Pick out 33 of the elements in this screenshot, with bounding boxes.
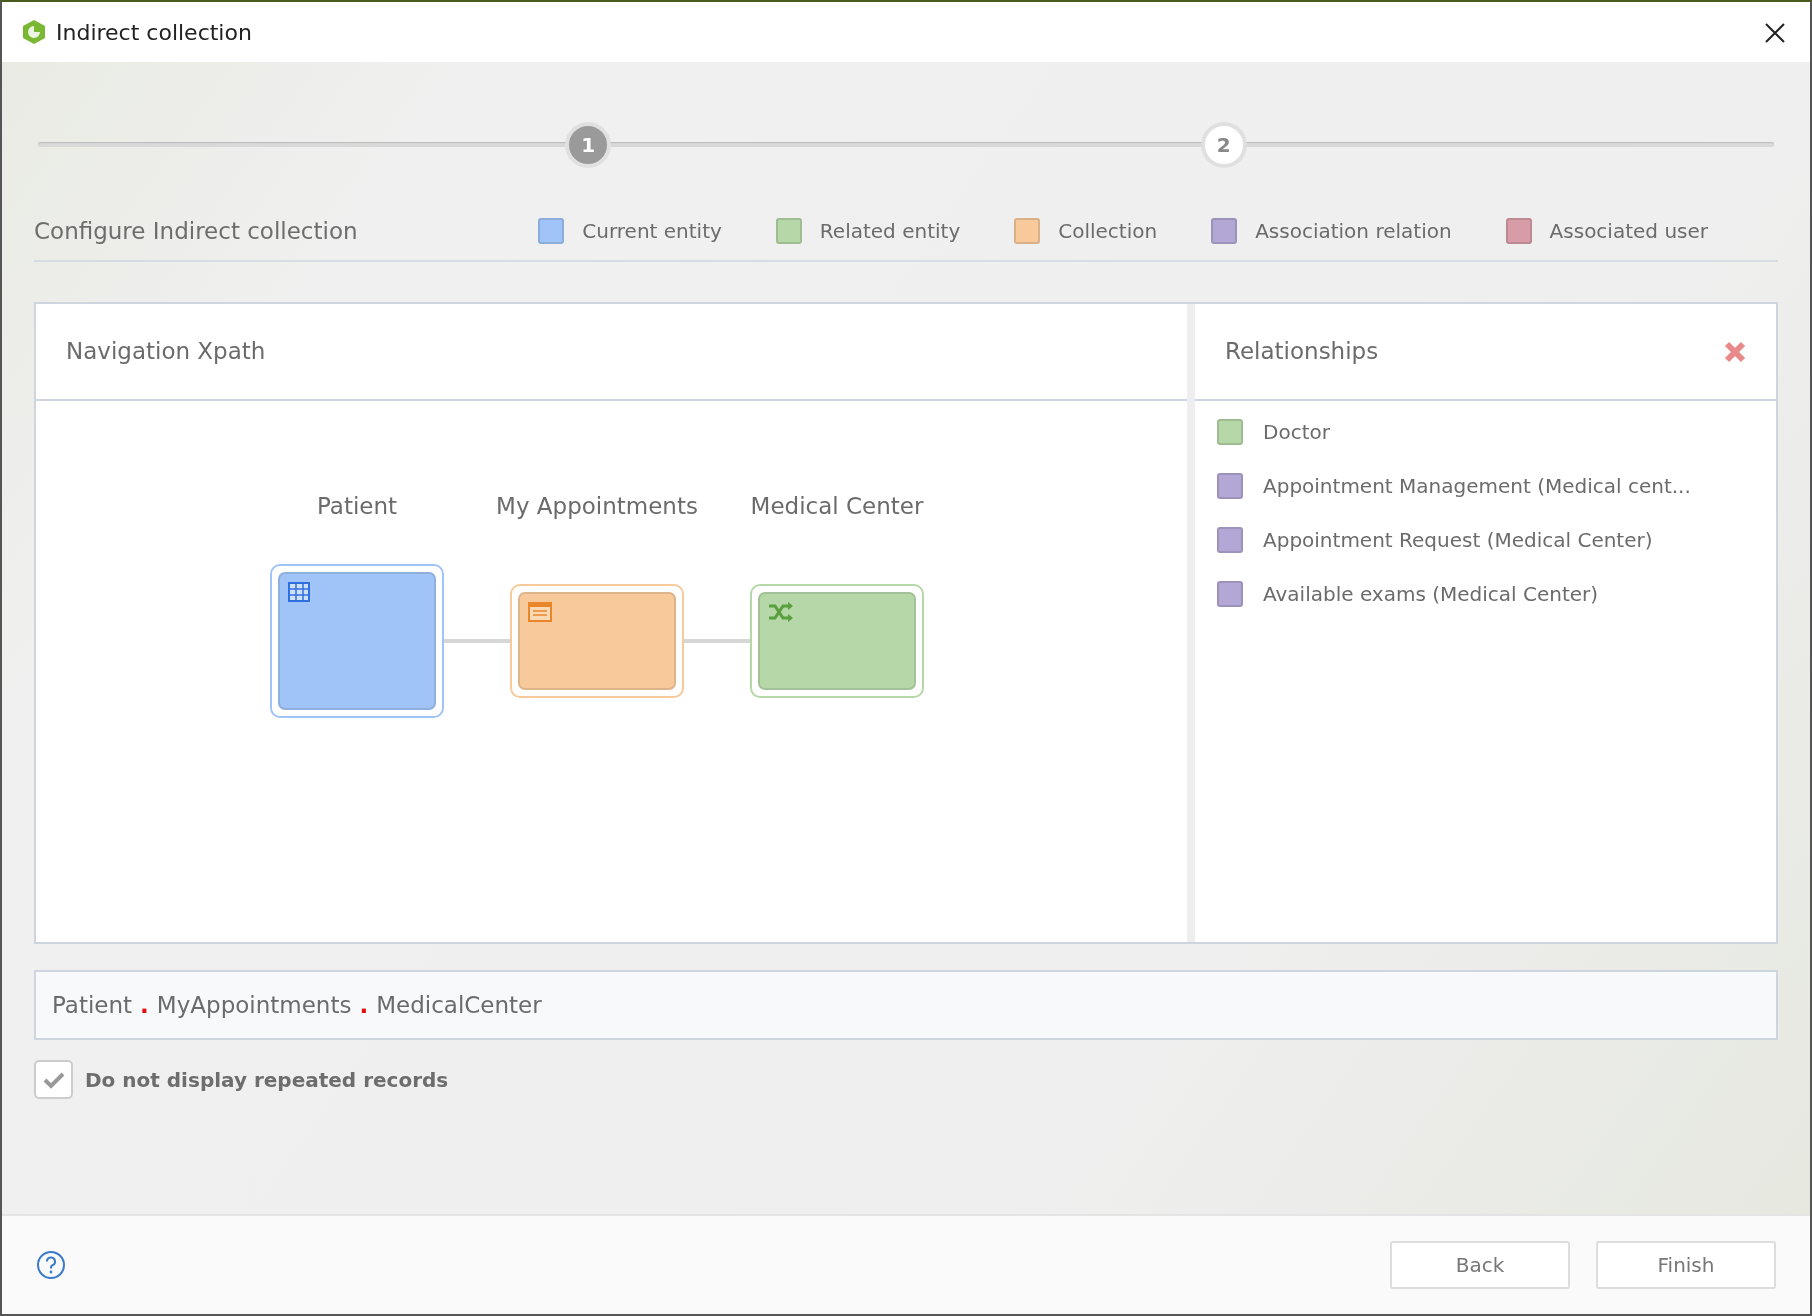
step-indicator: 1 [565, 122, 612, 168]
window-title: Indirect collection [56, 18, 252, 47]
check-icon [42, 1070, 65, 1089]
footer-button[interactable]: Back [1390, 1241, 1570, 1289]
relationship-item[interactable]: Available exams (Medical Center) [1263, 579, 1599, 609]
entity-node[interactable] [510, 583, 684, 698]
legend-label: Association relation [1255, 218, 1452, 245]
checkbox[interactable] [34, 1060, 73, 1099]
node-label: Medical Center [750, 492, 924, 521]
legend-label: Current entity [582, 218, 722, 245]
close-icon[interactable] [1724, 340, 1746, 363]
section-heading: Configure Indirect collection [34, 216, 358, 246]
node-label: My Appointments [496, 492, 698, 521]
legend-label: Related entity [819, 218, 961, 245]
legend-label: Associated user [1549, 218, 1708, 245]
relationship-item[interactable]: Appointment Request (Medical Center) [1263, 525, 1653, 555]
checkbox-label: Do not display repeated records [85, 1066, 449, 1094]
relationship-item[interactable]: Appointment Management (Medical cent... [1263, 471, 1691, 501]
list-window-icon [528, 602, 552, 622]
footer-button[interactable]: Finish [1596, 1241, 1776, 1289]
panel-title: Navigation Xpath [36, 304, 1187, 401]
step-indicator: 2 [1200, 122, 1247, 168]
panel-title: Relationships [1225, 337, 1379, 367]
legend-label: Collection [1058, 218, 1158, 245]
app-logo-icon [22, 19, 46, 45]
relationship-item[interactable]: Doctor [1263, 417, 1330, 447]
help-icon[interactable] [36, 1250, 66, 1280]
xpath-text: Patient . MyAppointments . MedicalCenter [34, 970, 1778, 1040]
entity-node[interactable] [750, 583, 924, 698]
entity-node[interactable] [270, 563, 444, 718]
shuffle-icon [768, 602, 794, 622]
table-icon [288, 582, 310, 602]
node-label: Patient [316, 492, 398, 521]
